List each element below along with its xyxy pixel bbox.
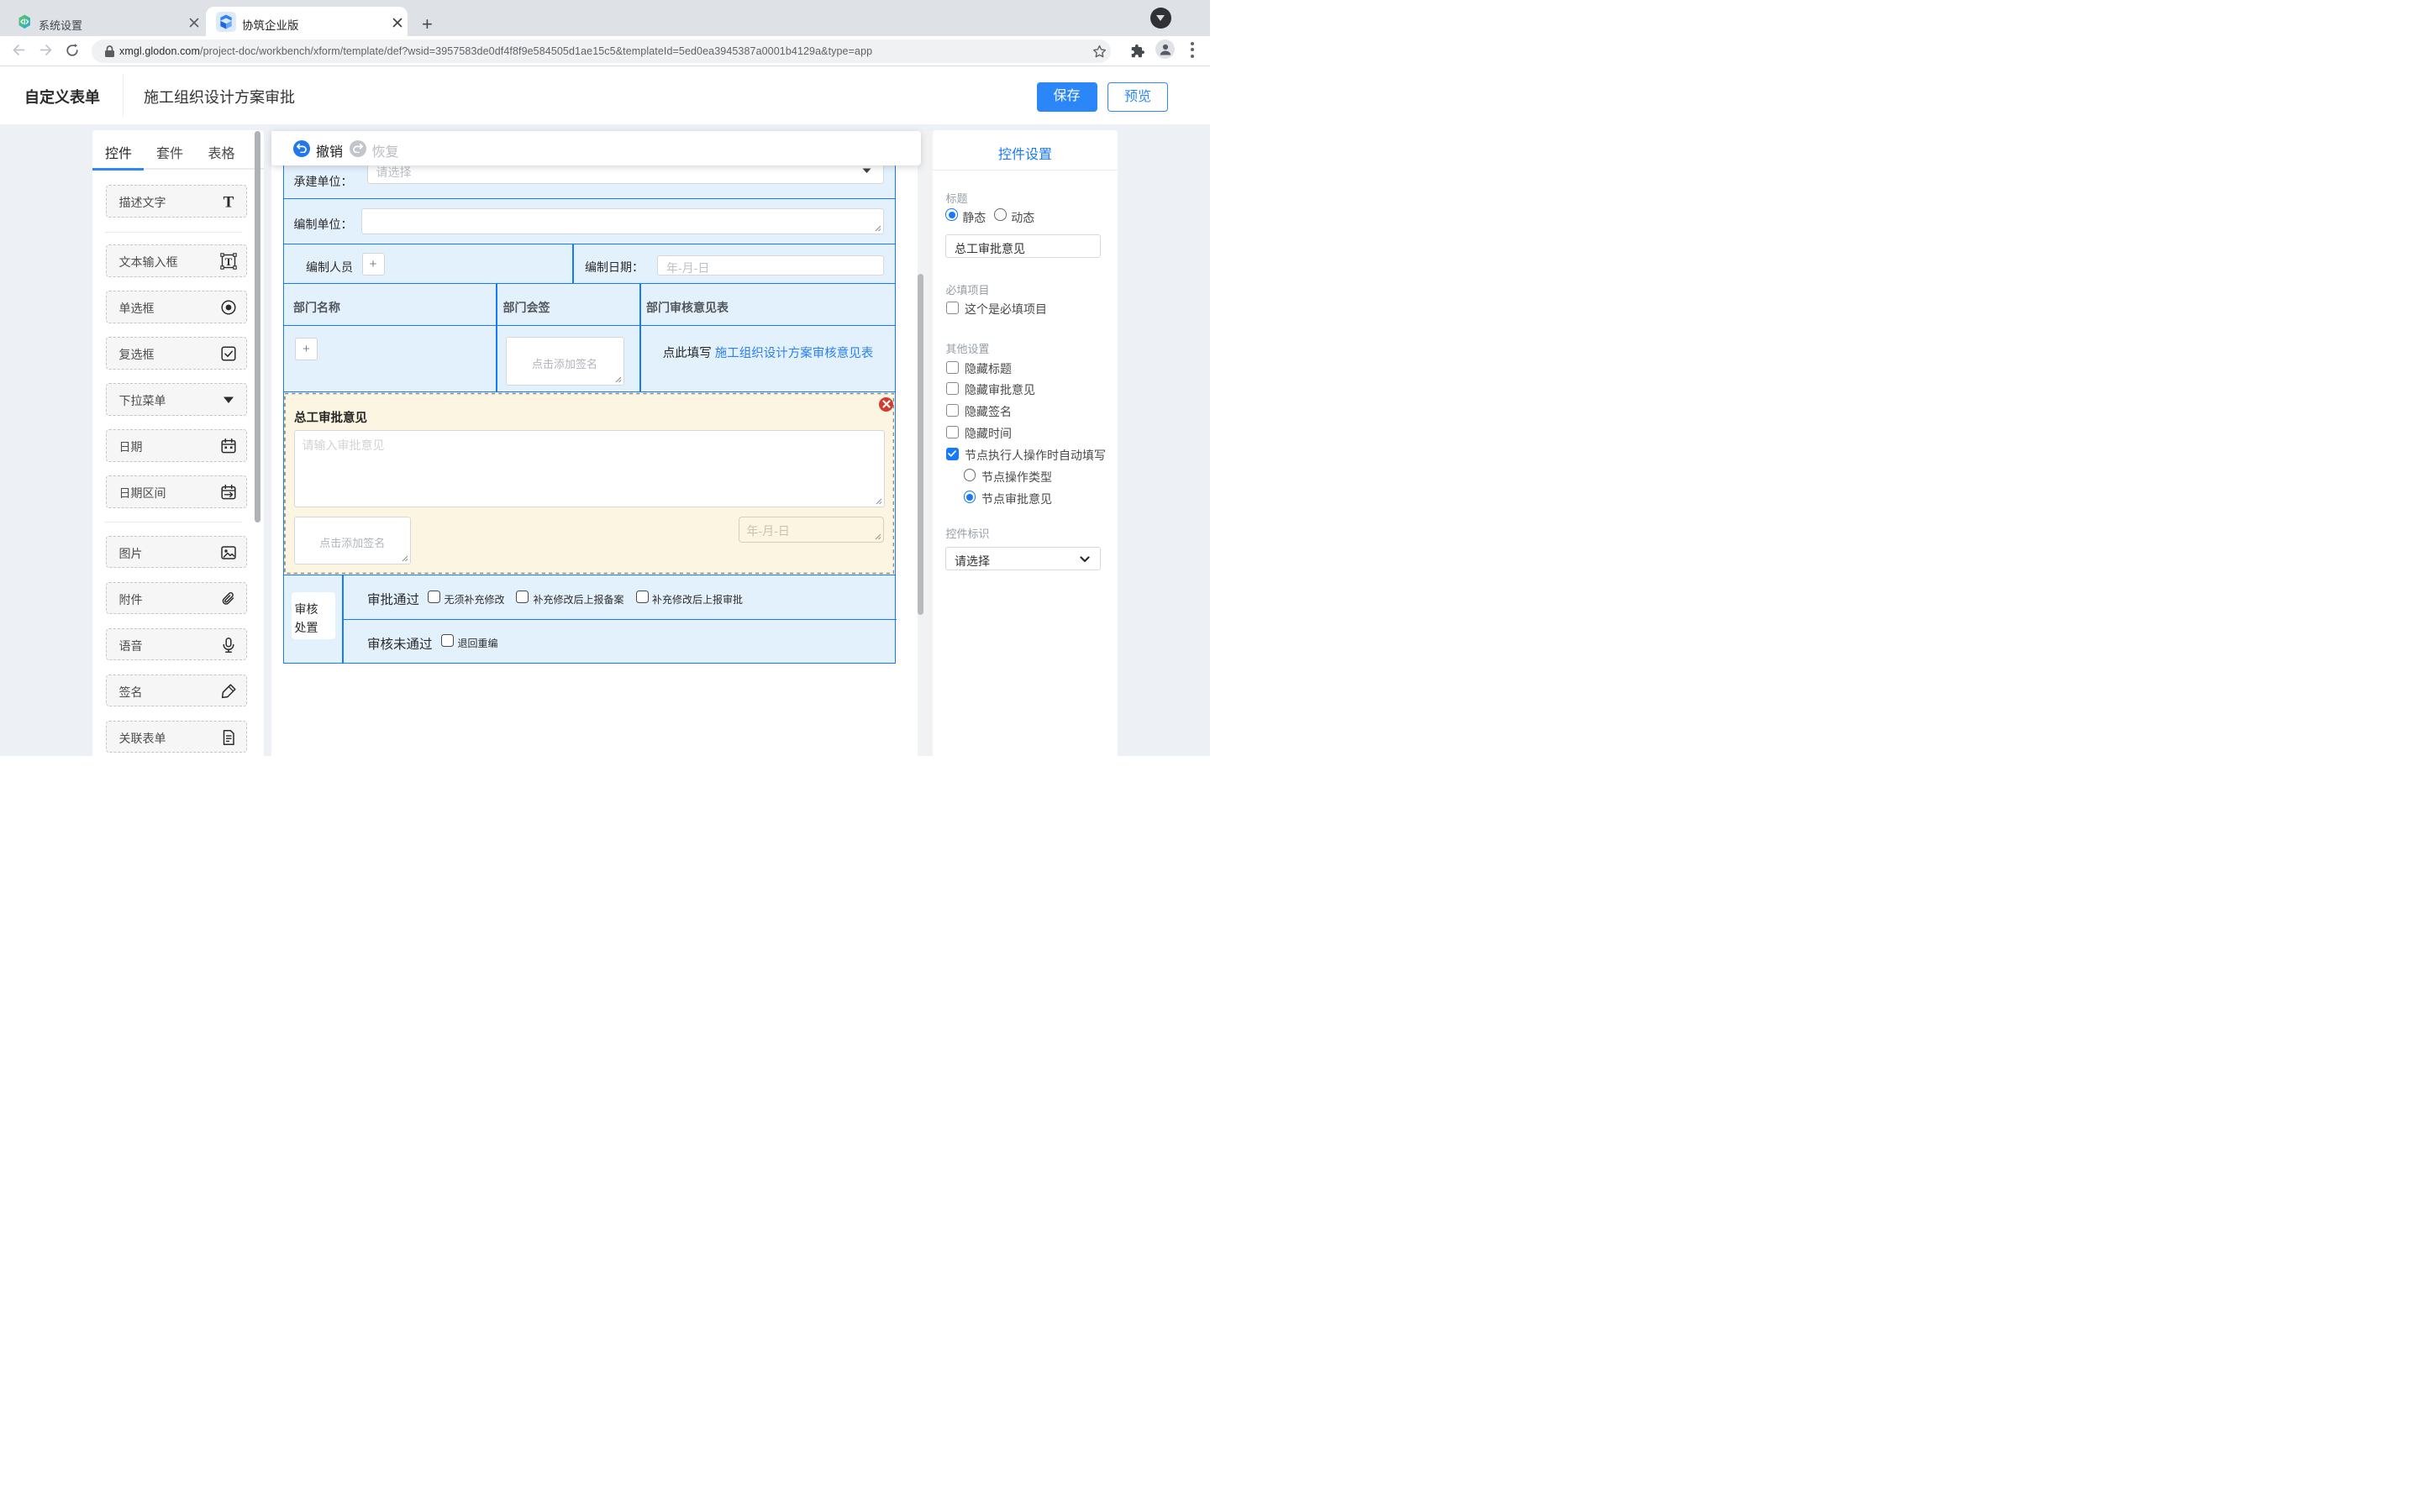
svg-text:T: T (224, 255, 232, 268)
svg-text:T: T (223, 194, 234, 211)
